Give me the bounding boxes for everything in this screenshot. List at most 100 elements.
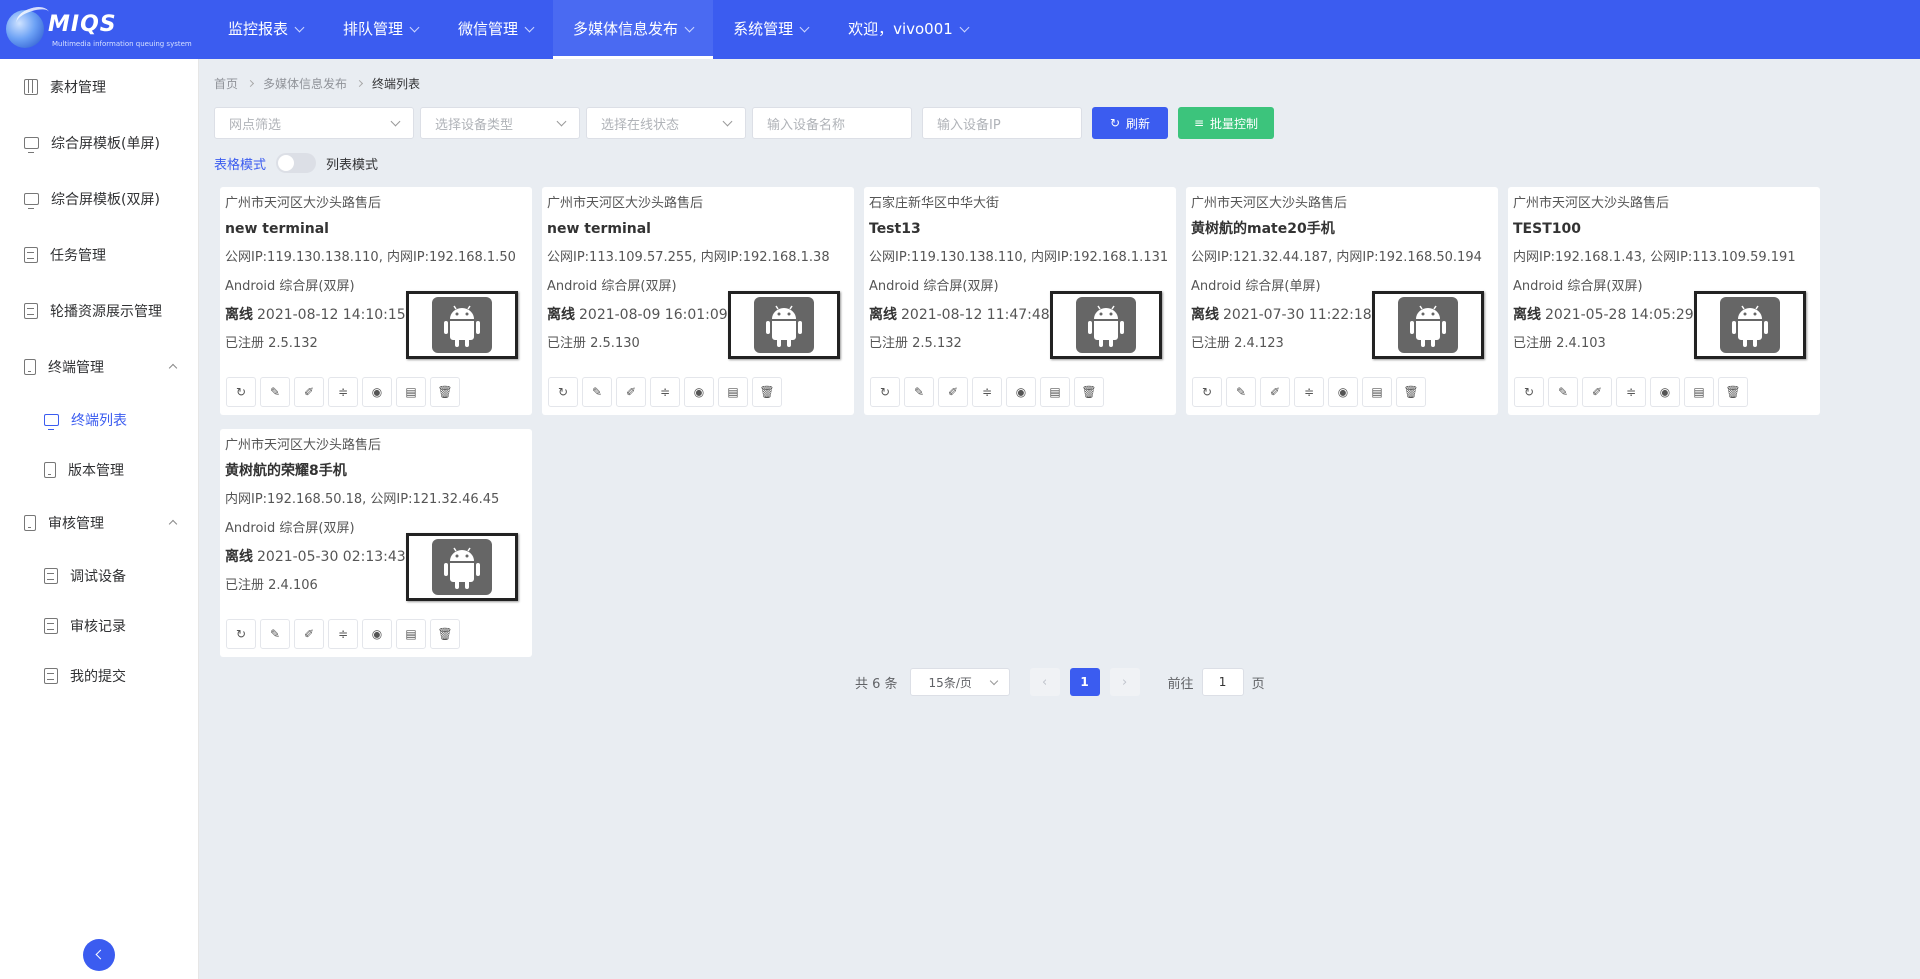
terminal-location: 广州市天河区大沙头路售后	[547, 196, 704, 211]
terminal-screenshot[interactable]	[1372, 291, 1484, 359]
settings-sliders-button[interactable]: ≑	[1294, 377, 1324, 407]
page-size-select[interactable]: 15条/页	[909, 668, 1010, 696]
edit-alt-button[interactable]: ✐	[938, 377, 968, 407]
terminal-screenshot[interactable]	[728, 291, 840, 359]
refresh-button[interactable]: ↻	[1192, 377, 1222, 407]
view-mode-switch[interactable]	[276, 153, 317, 173]
nav-system-management[interactable]: 系统管理	[713, 0, 828, 59]
settings-sliders-button[interactable]: ≑	[1616, 377, 1646, 407]
sidebar-collapse-button[interactable]	[83, 939, 115, 971]
device-ip-input[interactable]: 输入设备IP	[922, 107, 1082, 139]
settings-sliders-button[interactable]: ≑	[972, 377, 1002, 407]
settings-sliders-icon: ≑	[337, 385, 349, 399]
sidebar-item-materials[interactable]: 素材管理	[0, 59, 198, 115]
edit-button[interactable]: ✎	[582, 377, 612, 407]
view-button[interactable]: ◉	[1006, 377, 1036, 407]
app-logo[interactable]: MIQS Multimedia information queuing syst…	[0, 0, 200, 59]
next-page-button[interactable]: ›	[1109, 668, 1140, 696]
refresh-button[interactable]: ↻	[226, 619, 256, 649]
sidebar-item-template-single[interactable]: 综合屏模板(单屏)	[0, 115, 198, 171]
log-document-button[interactable]: ▤	[718, 377, 748, 407]
edit-icon: ✎	[269, 627, 281, 641]
settings-sliders-button[interactable]: ≑	[328, 619, 358, 649]
sidebar-item-my-submissions[interactable]: 我的提交	[0, 651, 198, 701]
terminal-screenshot[interactable]	[406, 291, 518, 359]
refresh-button[interactable]: ↻	[1514, 377, 1544, 407]
view-button[interactable]: ◉	[1650, 377, 1680, 407]
nav-multimedia-publish[interactable]: 多媒体信息发布	[553, 0, 714, 59]
sidebar-item-carousel[interactable]: 轮播资源展示管理	[0, 283, 198, 339]
sidebar-item-versions[interactable]: 版本管理	[0, 445, 198, 495]
select-placeholder: 网点筛选	[229, 117, 282, 133]
nav-queue-management[interactable]: 排队管理	[323, 0, 438, 59]
edit-button[interactable]: ✎	[260, 619, 290, 649]
edit-alt-button[interactable]: ✐	[294, 377, 324, 407]
delete-button[interactable]: 🗑	[1718, 377, 1748, 407]
screen-icon	[24, 137, 39, 153]
terminal-card[interactable]: 石家庄新华区中华大街 Test13 公网IP:119.130.138.110, 内网…	[864, 187, 1176, 415]
log-document-button[interactable]: ▤	[1362, 377, 1392, 407]
sidebar-item-debug-devices[interactable]: 调试设备	[0, 551, 198, 601]
nav-user-menu[interactable]: 欢迎，vivo001	[828, 0, 988, 59]
view-button[interactable]: ◉	[362, 619, 392, 649]
log-document-button[interactable]: ▤	[396, 377, 426, 407]
goto-page-input[interactable]: 1	[1201, 668, 1244, 696]
list-mode-label[interactable]: 列表模式	[326, 154, 378, 173]
settings-sliders-icon: ≑	[659, 385, 671, 399]
refresh-button[interactable]: ↻ 刷新	[1092, 107, 1168, 139]
refresh-button[interactable]: ↻	[548, 377, 578, 407]
view-button[interactable]: ◉	[684, 377, 714, 407]
edit-alt-button[interactable]: ✐	[294, 619, 324, 649]
terminal-screenshot[interactable]	[406, 533, 518, 601]
sidebar-item-tasks[interactable]: 任务管理	[0, 227, 198, 283]
select-placeholder: 选择在线状态	[601, 117, 680, 133]
log-document-button[interactable]: ▤	[1684, 377, 1714, 407]
refresh-button[interactable]: ↻	[870, 377, 900, 407]
sidebar-group-review[interactable]: 审核管理	[0, 495, 198, 551]
terminal-card[interactable]: 广州市天河区大沙头路售后 TEST100 内网IP:192.168.1.43, 公网…	[1508, 187, 1820, 415]
device-name-input[interactable]: 输入设备名称	[752, 107, 912, 139]
nav-wechat-management[interactable]: 微信管理	[438, 0, 553, 59]
page-number-button[interactable]: 1	[1069, 668, 1100, 696]
edit-button[interactable]: ✎	[1548, 377, 1578, 407]
edit-alt-button[interactable]: ✐	[1582, 377, 1612, 407]
log-document-button[interactable]: ▤	[1040, 377, 1070, 407]
terminal-card[interactable]: 广州市天河区大沙头路售后 new terminal 公网IP:113.109.57.…	[542, 187, 854, 415]
edit-button[interactable]: ✎	[904, 377, 934, 407]
sidebar-item-review-records[interactable]: 审核记录	[0, 601, 198, 651]
grid-mode-label[interactable]: 表格模式	[214, 154, 266, 173]
batch-control-button[interactable]: ≡ 批量控制	[1178, 107, 1274, 139]
terminal-card[interactable]: 广州市天河区大沙头路售后 黄树航的mate20手机 公网IP:121.32.44.1…	[1186, 187, 1498, 415]
settings-sliders-button[interactable]: ≑	[650, 377, 680, 407]
terminal-card[interactable]: 广州市天河区大沙头路售后 黄树航的荣耀8手机 内网IP:192.168.50.18,…	[220, 429, 532, 657]
site-filter-select[interactable]: 网点筛选	[214, 107, 414, 139]
edit-button[interactable]: ✎	[1226, 377, 1256, 407]
log-document-button[interactable]: ▤	[396, 619, 426, 649]
terminal-screenshot[interactable]	[1694, 291, 1806, 359]
breadcrumb-home[interactable]: 首页	[214, 75, 238, 92]
terminal-ip: 内网IP:192.168.1.43, 公网IP:113.109.59.191	[1513, 250, 1796, 265]
prev-page-button[interactable]: ‹	[1029, 668, 1060, 696]
edit-alt-button[interactable]: ✐	[616, 377, 646, 407]
edit-button[interactable]: ✎	[260, 377, 290, 407]
sidebar-item-template-dual[interactable]: 综合屏模板(双屏)	[0, 171, 198, 227]
view-button[interactable]: ◉	[362, 377, 392, 407]
online-status-select[interactable]: 选择在线状态	[586, 107, 746, 139]
delete-button[interactable]: 🗑	[752, 377, 782, 407]
refresh-button[interactable]: ↻	[226, 377, 256, 407]
sidebar-group-terminals[interactable]: 终端管理	[0, 339, 198, 395]
view-button[interactable]: ◉	[1328, 377, 1358, 407]
edit-alt-button[interactable]: ✐	[1260, 377, 1290, 407]
delete-button[interactable]: 🗑	[430, 377, 460, 407]
edit-icon: ✎	[1235, 385, 1247, 399]
delete-button[interactable]: 🗑	[430, 619, 460, 649]
delete-button[interactable]: 🗑	[1396, 377, 1426, 407]
terminal-screenshot[interactable]	[1050, 291, 1162, 359]
sidebar-item-terminal-list[interactable]: 终端列表	[0, 395, 198, 445]
nav-monitor-report[interactable]: 监控报表	[208, 0, 323, 59]
terminal-card[interactable]: 广州市天河区大沙头路售后 new terminal 公网IP:119.130.138…	[220, 187, 532, 415]
settings-sliders-button[interactable]: ≑	[328, 377, 358, 407]
delete-button[interactable]: 🗑	[1074, 377, 1104, 407]
breadcrumb-multimedia[interactable]: 多媒体信息发布	[263, 75, 347, 92]
device-type-select[interactable]: 选择设备类型	[420, 107, 580, 139]
